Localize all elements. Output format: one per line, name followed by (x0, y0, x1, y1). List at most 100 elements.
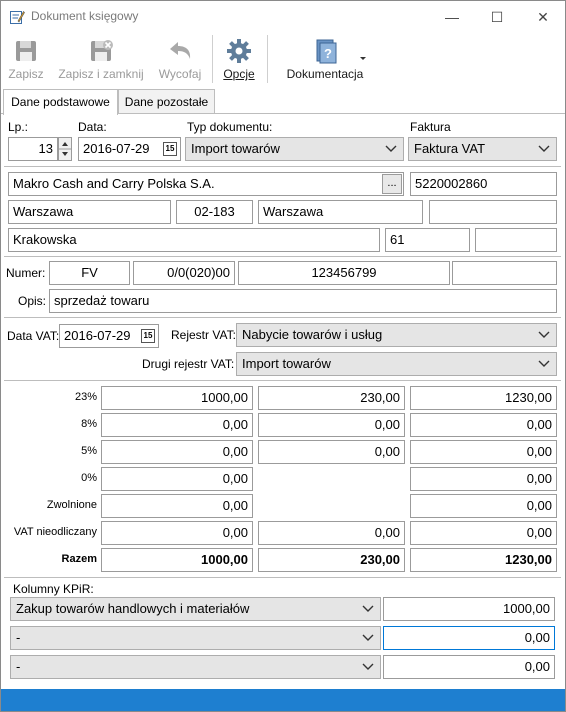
description-label: Opis: (18, 294, 47, 308)
doc-type-label: Typ dokumentu: (187, 120, 273, 134)
kpir-label: Kolumny KPiR: (13, 582, 94, 596)
chevron-down-icon (385, 145, 397, 152)
vat-date-value: 2016-07-29 (64, 328, 131, 343)
kpir-amount-input-1[interactable]: 1000,00 (383, 597, 555, 621)
second-vat-register-value: Import towarów (242, 356, 331, 371)
apartment-number-input[interactable] (475, 228, 557, 252)
kpir-amount-input-3[interactable]: 0,00 (383, 655, 555, 679)
lp-spinner[interactable] (58, 137, 72, 161)
status-bar (1, 689, 565, 711)
invoice-select[interactable]: Faktura VAT (408, 137, 557, 161)
doc-type-select[interactable]: Import towarów (185, 137, 404, 161)
chevron-down-icon (362, 663, 374, 670)
kpir-column-value: - (16, 659, 21, 674)
calendar-icon[interactable]: 15 (141, 329, 155, 343)
section-divider (4, 380, 561, 381)
kpir-column-select-2[interactable]: - (10, 626, 381, 650)
gross-5-input[interactable]: 0,00 (410, 440, 557, 464)
vat-date-label: Data VAT: (7, 329, 60, 343)
invoice-label: Faktura (410, 120, 451, 134)
net-8-input[interactable]: 0,00 (101, 413, 253, 437)
chevron-down-icon (538, 331, 550, 338)
kpir-column-select-1[interactable]: Zakup towarów handlowych i materiałów (10, 597, 381, 621)
maximize-icon: ☐ (490, 9, 504, 25)
kpir-column-value: - (16, 630, 21, 645)
minimize-button[interactable]: — (437, 5, 467, 29)
vat-23-input[interactable]: 230,00 (258, 386, 405, 410)
description-input[interactable]: sprzedaż towaru (49, 289, 557, 313)
documentation-label: Dokumentacja (286, 67, 364, 81)
document-edit-icon (10, 11, 25, 24)
street-input[interactable]: Krakowska (8, 228, 380, 252)
gross-0-input[interactable]: 0,00 (410, 467, 557, 491)
gross-nondeductible-input[interactable]: 0,00 (410, 521, 557, 545)
lp-label: Lp.: (8, 120, 29, 134)
undo-button[interactable]: Wycofaj (155, 35, 205, 85)
options-label: Opcje (223, 67, 255, 81)
document-number-input[interactable]: 123456799 (238, 261, 450, 285)
nip-input[interactable]: 5220002860 (410, 172, 557, 196)
contractor-name-input[interactable]: Makro Cash and Carry Polska S.A. (8, 172, 404, 196)
number-prefix-input[interactable]: FV (49, 261, 130, 285)
net-5-input[interactable]: 0,00 (101, 440, 253, 464)
gross-23-input[interactable]: 1230,00 (410, 386, 557, 410)
contractor-picker-button[interactable]: ... (382, 174, 402, 194)
section-divider (4, 317, 561, 318)
dropdown-arrow-icon[interactable] (359, 56, 367, 62)
rate-label-0: 0% (81, 472, 97, 484)
house-number-input[interactable]: 61 (385, 228, 470, 252)
gross-exempt-input[interactable]: 0,00 (410, 494, 557, 518)
second-vat-register-select[interactable]: Import towarów (236, 352, 557, 376)
chevron-down-icon (362, 634, 374, 641)
rate-label-5: 5% (81, 445, 97, 457)
contractor-name-value: Makro Cash and Carry Polska S.A. (13, 176, 215, 191)
kpir-amount-input-2[interactable]: 0,00 (383, 626, 555, 650)
gear-icon (227, 39, 251, 63)
save-close-icon (91, 40, 113, 61)
net-23-input[interactable]: 1000,00 (101, 386, 253, 410)
undo-icon (170, 42, 191, 59)
vat-total-field: 230,00 (258, 548, 405, 572)
kpir-column-select-3[interactable]: - (10, 655, 381, 679)
title-bar: Dokument księgowy — ☐ ✕ (1, 1, 565, 33)
help-document-icon: ? (316, 39, 337, 64)
save-close-button[interactable]: Zapisz i zamknij (57, 35, 145, 85)
documentation-button[interactable]: ? Dokumentacja (279, 35, 371, 85)
gross-8-input[interactable]: 0,00 (410, 413, 557, 437)
vat-register-value: Nabycie towarów i usług (242, 327, 383, 342)
postal-code-input[interactable]: 02-183 (176, 200, 253, 224)
save-button[interactable]: Zapisz (5, 35, 47, 85)
calendar-icon[interactable]: 15 (163, 142, 177, 156)
city-input[interactable]: Warszawa (8, 200, 171, 224)
post-office-input[interactable]: Warszawa (258, 200, 423, 224)
save-icon (16, 41, 36, 61)
second-vat-register-label: Drugi rejestr VAT: (142, 357, 235, 371)
lp-input[interactable]: 13 (8, 137, 58, 161)
address-extra-input[interactable] (429, 200, 557, 224)
vat-date-input[interactable]: 2016-07-29 15 (59, 324, 159, 348)
rate-label-23: 23% (74, 391, 97, 403)
vat-8-input[interactable]: 0,00 (258, 413, 405, 437)
net-exempt-input[interactable]: 0,00 (101, 494, 253, 518)
toolbar-separator (212, 35, 213, 83)
net-total-field: 1000,00 (101, 548, 253, 572)
section-divider (4, 166, 561, 167)
tab-other-data[interactable]: Dane pozostałe (118, 89, 215, 114)
close-button[interactable]: ✕ (528, 5, 558, 29)
maximize-button[interactable]: ☐ (482, 5, 512, 29)
save-close-label: Zapisz i zamknij (58, 67, 144, 81)
vat-register-select[interactable]: Nabycie towarów i usług (236, 323, 557, 347)
tab-basic-data[interactable]: Dane podstawowe (3, 89, 118, 115)
vat-5-input[interactable]: 0,00 (258, 440, 405, 464)
toolbar-separator (267, 35, 268, 83)
date-input[interactable]: 2016-07-29 15 (78, 137, 181, 161)
net-0-input[interactable]: 0,00 (101, 467, 253, 491)
net-nondeductible-input[interactable]: 0,00 (101, 521, 253, 545)
vat-nondeductible-input[interactable]: 0,00 (258, 521, 405, 545)
kpir-column-value: Zakup towarów handlowych i materiałów (16, 601, 250, 616)
document-window: Dokument księgowy — ☐ ✕ Zapisz Zapisz i … (0, 0, 566, 712)
number-suffix-input[interactable] (452, 261, 557, 285)
options-button[interactable]: Opcje (219, 35, 259, 85)
rate-label-8: 8% (81, 418, 97, 430)
number-middle-input[interactable]: 0/0(020)00 (133, 261, 235, 285)
